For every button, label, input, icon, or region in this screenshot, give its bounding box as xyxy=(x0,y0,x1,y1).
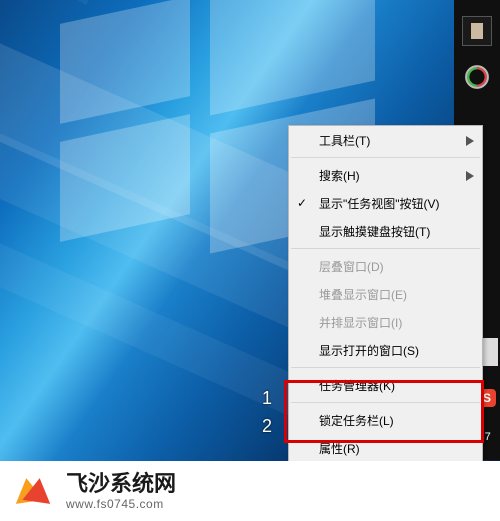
brand-url: www.fs0745.com xyxy=(66,497,176,511)
menu-item-sidebyside: 并排显示窗口(I) xyxy=(289,308,482,336)
menu-label: 搜索(H) xyxy=(319,167,360,184)
menu-label: 工具栏(T) xyxy=(319,132,370,149)
menu-item-task-manager[interactable]: 任务管理器(K) xyxy=(289,371,482,399)
submenu-arrow-icon xyxy=(466,135,474,149)
menu-label: 锁定任务栏(L) xyxy=(319,412,394,429)
menu-label: 任务管理器(K) xyxy=(319,377,395,394)
annotation-number-2: 2 xyxy=(262,416,272,437)
menu-label: 显示触摸键盘按钮(T) xyxy=(319,223,430,240)
menu-item-lock-taskbar[interactable]: 锁定任务栏(L) xyxy=(289,406,482,434)
annotation-number-1: 1 xyxy=(262,388,272,409)
menu-label: 堆叠显示窗口(E) xyxy=(319,286,407,303)
menu-item-toolbars[interactable]: 工具栏(T) xyxy=(289,126,482,154)
brand-logo-icon xyxy=(18,472,56,510)
branding-footer: 飞沙系统网 www.fs0745.com xyxy=(0,461,500,521)
submenu-arrow-icon xyxy=(466,170,474,184)
taskbar-context-menu: 工具栏(T) 搜索(H) ✓ 显示"任务视图"按钮(V) 显示触摸键盘按钮(T)… xyxy=(288,125,483,463)
menu-item-show-touch-keyboard[interactable]: 显示触摸键盘按钮(T) xyxy=(289,217,482,245)
tray-app-icon-2[interactable] xyxy=(462,62,492,92)
menu-item-properties[interactable]: 属性(R) xyxy=(289,434,482,462)
menu-label: 并排显示窗口(I) xyxy=(319,314,402,331)
menu-label: 层叠窗口(D) xyxy=(319,258,384,275)
menu-label: 显示"任务视图"按钮(V) xyxy=(319,195,440,212)
tray-app-icon-1[interactable] xyxy=(462,16,492,46)
brand-title: 飞沙系统网 xyxy=(66,471,176,497)
menu-item-cascade: 层叠窗口(D) xyxy=(289,252,482,280)
menu-label: 属性(R) xyxy=(319,440,360,457)
menu-item-search[interactable]: 搜索(H) xyxy=(289,161,482,189)
menu-item-show-open-windows[interactable]: 显示打开的窗口(S) xyxy=(289,336,482,364)
check-icon: ✓ xyxy=(297,196,307,210)
menu-item-show-taskview[interactable]: ✓ 显示"任务视图"按钮(V) xyxy=(289,189,482,217)
menu-item-stacked: 堆叠显示窗口(E) xyxy=(289,280,482,308)
menu-label: 显示打开的窗口(S) xyxy=(319,342,419,359)
